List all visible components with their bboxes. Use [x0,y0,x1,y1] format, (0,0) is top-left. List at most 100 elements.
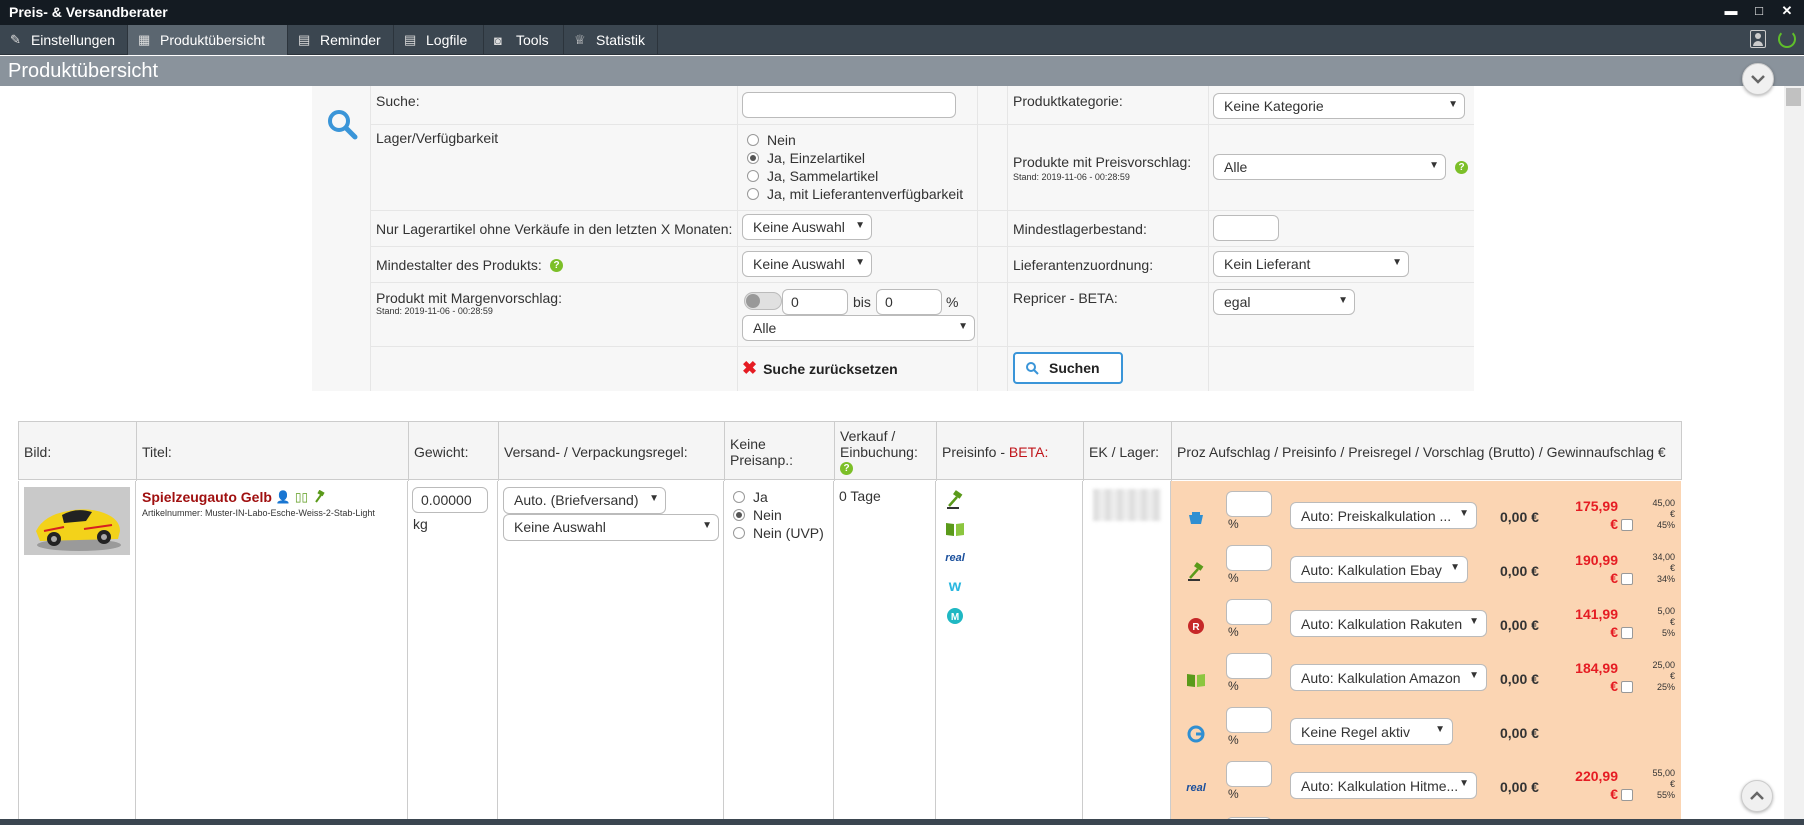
chevron-down-icon [1751,75,1765,84]
user-profile-icon[interactable] [1750,30,1766,48]
stock-option-sammelartikel[interactable]: Ja, Sammelartikel [747,168,878,184]
supplier-select[interactable]: Kein Lieferant ▼ [1213,251,1409,277]
accept-checkbox[interactable] [1621,627,1633,639]
price-suggestion-select[interactable]: Alle ▼ [1213,154,1446,180]
radio-button[interactable] [747,152,759,164]
menu-item-reminder[interactable]: ▤ Reminder [288,25,394,55]
menu-item-tools[interactable]: ◙ Tools [484,25,564,55]
radio-button[interactable] [733,527,745,539]
percent-sign: % [1228,625,1239,639]
refresh-icon[interactable] [1778,30,1796,48]
scrollbar-thumb[interactable] [1786,88,1801,106]
preisanp-option-ja[interactable]: Ja [733,489,768,505]
stock-option-lieferant[interactable]: Ja, mit Lieferantenverfügbarkeit [747,186,963,202]
price-rule-select[interactable]: Auto: Kalkulation Amazon ▼ [1290,664,1487,691]
maximize-icon[interactable]: □ [1752,3,1766,19]
help-icon[interactable]: ? [840,462,853,475]
search-panel: Suche: Produktkategorie: Keine Kategorie… [312,86,1474,391]
stock-option-einzelartikel[interactable]: Ja, Einzelartikel [747,150,865,166]
price-rule-select[interactable]: Auto: Kalkulation Hitme... ▼ [1290,772,1477,799]
weight-input[interactable] [412,487,488,513]
radio-button[interactable] [733,509,745,521]
ebay-hammer-icon[interactable] [944,489,966,511]
marketplace-m-icon[interactable]: M [944,605,966,627]
radio-button[interactable] [747,188,759,200]
amazon-book-icon[interactable] [944,518,966,540]
product-image[interactable] [24,487,130,555]
percent-input[interactable] [1226,653,1272,679]
shipping-rule-select[interactable]: Auto. (Briefversand) ▼ [503,487,666,514]
min-age-select[interactable]: Keine Auswahl ▼ [742,251,872,277]
accept-checkbox[interactable] [1621,573,1633,585]
close-icon[interactable]: ✕ [1780,3,1794,19]
radio-button[interactable] [747,134,759,146]
blurred-ek-value [1093,489,1161,521]
suggested-price-value: 175,99 [1575,498,1618,514]
reset-search-button[interactable]: ✖ Suche zurücksetzen [742,358,898,379]
percent-input[interactable] [1226,761,1272,787]
radio-button[interactable] [733,491,745,503]
menu-item-produktuebersicht[interactable]: ▦ Produktübersicht [128,25,288,55]
margin-toggle[interactable] [744,292,782,310]
preisanp-option-nein[interactable]: Nein [733,507,782,523]
category-select[interactable]: Keine Kategorie ▼ [1213,93,1465,119]
bottom-border [0,819,1804,825]
search-input[interactable] [742,92,956,118]
real-icon[interactable]: real [944,547,966,569]
min-stock-input[interactable] [1213,215,1279,241]
gain-info: 55,00 €55% [1639,768,1675,801]
accept-checkbox[interactable] [1621,681,1633,693]
calculator-icon: ▤ [404,32,417,47]
suggested-price-value: 220,99 [1575,768,1618,784]
scroll-to-top-button[interactable] [1741,780,1773,812]
margin-select[interactable]: Alle ▼ [742,315,975,341]
margin-to-input[interactable] [876,289,942,315]
scrollbar[interactable] [1784,86,1804,819]
wish-icon[interactable]: w [944,576,966,598]
google-icon [1185,723,1207,745]
suggested-price-currency: € [1610,786,1618,802]
menu-item-logfile[interactable]: ▤ Logfile [394,25,484,55]
stock-option-nein[interactable]: Nein [747,132,796,148]
help-icon[interactable]: ? [1455,161,1468,174]
main-menu: ✎ Einstellungen ▦ Produktübersicht ▤ Rem… [0,25,1804,55]
repricer-select[interactable]: egal ▼ [1213,289,1355,315]
percent-input[interactable] [1226,707,1272,733]
months-select[interactable]: Keine Auswahl ▼ [742,214,872,240]
packaging-rule-select[interactable]: Keine Auswahl ▼ [503,514,719,541]
collapse-search-button[interactable] [1742,63,1774,95]
price-rule-select[interactable]: Keine Regel aktiv ▼ [1290,718,1453,745]
price-rule-select[interactable]: Auto: Kalkulation Rakuten ▼ [1290,610,1487,637]
percent-input[interactable] [1226,491,1272,517]
header-gewicht: Gewicht: [409,422,499,481]
min-age-value: Keine Auswahl [753,256,845,272]
price-rule-select[interactable]: Auto: Kalkulation Ebay ▼ [1290,556,1468,583]
suggested-price-currency: € [1610,516,1618,532]
chevron-down-icon: ▼ [649,493,659,504]
gain-value: 25,00 [1652,660,1675,670]
accept-checkbox[interactable] [1621,789,1633,801]
margin-from-input[interactable] [782,289,848,315]
menu-item-statistik[interactable]: ♕ Statistik [564,25,658,55]
suggested-price: 220,99 € [1566,767,1618,803]
cell-ek [1083,481,1171,821]
divider [370,346,1474,347]
margin-stand: Stand: 2019-11-06 - 00:28:59 [376,306,493,316]
percent-input[interactable] [1226,599,1272,625]
minimize-icon[interactable]: ▬ [1724,3,1738,19]
margin-select-value: Alle [753,320,777,336]
radio-button[interactable] [747,170,759,182]
search-button[interactable]: Suchen [1013,352,1123,384]
percent-input[interactable] [1226,545,1272,571]
preisanp-option-uvp[interactable]: Nein (UVP) [733,525,824,541]
gain-currency: € [1669,509,1675,519]
price-rule-value: Auto: Kalkulation Amazon [1301,670,1461,686]
menu-item-einstellungen[interactable]: ✎ Einstellungen [0,25,128,55]
price-info-value: 0,00 € [1500,509,1539,525]
price-info-value: 0,00 € [1500,725,1539,741]
chevron-down-icon: ▼ [1429,160,1439,171]
product-title[interactable]: Spielzeugauto Gelb [142,489,272,505]
accept-checkbox[interactable] [1621,519,1633,531]
price-rule-select[interactable]: Auto: Preiskalkulation ... ▼ [1290,502,1477,529]
help-icon[interactable]: ? [550,259,563,272]
